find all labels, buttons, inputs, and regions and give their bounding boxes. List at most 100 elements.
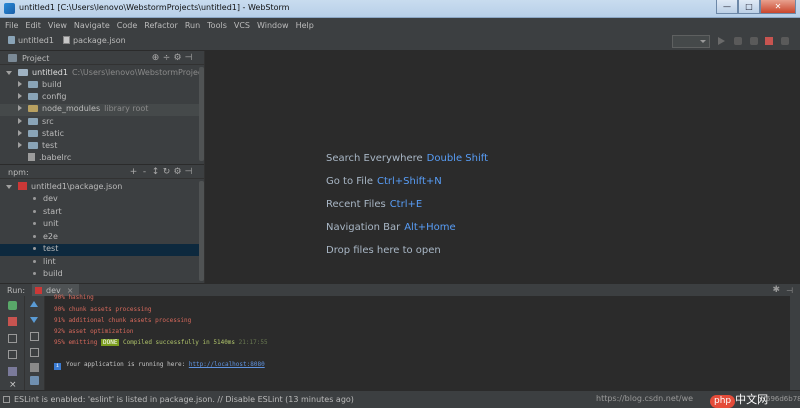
scroll-from-source-icon[interactable]: ⊕ bbox=[150, 53, 161, 63]
npm-script-start[interactable]: start bbox=[0, 207, 200, 219]
tree-item-build[interactable]: build bbox=[0, 80, 200, 92]
menu-run[interactable]: Run bbox=[185, 21, 200, 30]
run-panel-header: Run: dev × ✱ ⊣ bbox=[0, 283, 800, 297]
gear-icon[interactable]: ⚙ bbox=[172, 53, 183, 63]
pin-icon[interactable] bbox=[8, 367, 17, 376]
npm-script-label: test bbox=[43, 244, 59, 253]
tree-item-config[interactable]: config bbox=[0, 92, 200, 104]
tool-windows-icon[interactable] bbox=[3, 396, 10, 403]
tree-item-test[interactable]: test bbox=[0, 141, 200, 153]
npm-panel-header: npm: + - ↕ ↻ ⚙ ⊣ bbox=[0, 165, 204, 179]
menu-navigate[interactable]: Navigate bbox=[74, 21, 110, 30]
hint-label: Navigation Bar bbox=[326, 222, 401, 233]
console-line: 90% chunk assets processing bbox=[54, 306, 152, 313]
settings-icon[interactable]: ✱ bbox=[772, 285, 780, 295]
tree-item-static[interactable]: static bbox=[0, 129, 200, 141]
tree-item-src[interactable]: src bbox=[0, 117, 200, 129]
expand-arrow-icon bbox=[6, 185, 12, 189]
folder-icon bbox=[28, 142, 38, 149]
hint-label: Go to File bbox=[326, 176, 373, 187]
project-view-selector[interactable]: Project bbox=[22, 54, 49, 63]
search-icon[interactable] bbox=[781, 37, 789, 45]
clear-all-icon[interactable] bbox=[30, 376, 39, 385]
npm-script-dev[interactable]: dev bbox=[0, 194, 200, 206]
npm-script-build[interactable]: build bbox=[0, 269, 200, 281]
npm-script-unit[interactable]: unit bbox=[0, 219, 200, 231]
status-message[interactable]: ESLint is enabled: 'eslint' is listed in… bbox=[14, 395, 354, 404]
stop-icon[interactable] bbox=[8, 317, 17, 326]
npm-package-label: untitled1\package.json bbox=[31, 182, 123, 191]
hint-navigation-bar: Navigation Bar Alt+Home bbox=[326, 222, 456, 233]
maximize-button[interactable]: □ bbox=[738, 0, 760, 14]
print-icon[interactable] bbox=[30, 363, 39, 372]
menu-file[interactable]: File bbox=[5, 21, 18, 30]
json-file-icon bbox=[63, 36, 70, 44]
script-icon bbox=[33, 235, 36, 238]
hide-panel-icon[interactable]: ⊣ bbox=[183, 167, 194, 177]
tree-item-label: static bbox=[42, 129, 64, 138]
localhost-link[interactable]: http://localhost:8080 bbox=[189, 361, 265, 368]
npm-script-label: build bbox=[43, 269, 63, 278]
folder-icon bbox=[28, 81, 38, 88]
collapsed-arrow-icon bbox=[18, 81, 22, 87]
soft-wrap-icon[interactable] bbox=[30, 332, 39, 341]
dump-threads-icon[interactable] bbox=[8, 350, 17, 359]
run-toolbar: × bbox=[0, 296, 25, 390]
rerun-icon[interactable] bbox=[8, 301, 17, 310]
gear-icon[interactable]: ⚙ bbox=[172, 167, 183, 177]
hint-label: Recent Files bbox=[326, 199, 386, 210]
npm-script-lint[interactable]: lint bbox=[0, 257, 200, 269]
tree-item-node-modules[interactable]: node_modules library root bbox=[0, 104, 200, 116]
close-window-button[interactable]: ✕ bbox=[760, 0, 796, 14]
breadcrumb-file[interactable]: package.json bbox=[63, 36, 126, 45]
tree-root[interactable]: untitled1 C:\Users\lenovo\WebstormProject… bbox=[0, 68, 222, 80]
menu-code[interactable]: Code bbox=[117, 21, 137, 30]
tree-item-label: src bbox=[42, 117, 54, 126]
menu-tools[interactable]: Tools bbox=[207, 21, 227, 30]
status-bar: ESLint is enabled: 'eslint' is listed in… bbox=[0, 390, 800, 408]
sort-icon[interactable]: ↕ bbox=[150, 167, 161, 177]
remove-icon[interactable]: - bbox=[139, 167, 150, 177]
debug-icon[interactable] bbox=[734, 37, 742, 45]
menu-bar: File Edit View Navigate Code Refactor Ru… bbox=[0, 18, 800, 32]
run-configuration-select[interactable] bbox=[672, 35, 710, 48]
menu-vcs[interactable]: VCS bbox=[234, 21, 250, 30]
restore-layout-icon[interactable] bbox=[8, 334, 17, 343]
npm-label: npm: bbox=[8, 168, 29, 177]
file-icon bbox=[28, 153, 35, 161]
npm-package[interactable]: untitled1\package.json bbox=[0, 182, 200, 194]
menu-edit[interactable]: Edit bbox=[25, 21, 41, 30]
menu-help[interactable]: Help bbox=[296, 21, 314, 30]
console-progress: 95% emitting bbox=[54, 339, 98, 346]
add-icon[interactable]: + bbox=[128, 167, 139, 177]
run-icon[interactable] bbox=[718, 37, 725, 45]
watermark-extra: 696d6b78 bbox=[766, 395, 800, 403]
npm-script-e2e[interactable]: e2e bbox=[0, 232, 200, 244]
menu-refactor[interactable]: Refactor bbox=[144, 21, 178, 30]
compiled-message: Compiled successfully in 5140ms bbox=[119, 339, 236, 346]
menu-window[interactable]: Window bbox=[257, 21, 289, 30]
hide-panel-icon[interactable]: ⊣ bbox=[183, 53, 194, 63]
collapse-all-icon[interactable]: ÷ bbox=[161, 53, 172, 63]
minimize-button[interactable]: — bbox=[716, 0, 738, 14]
npm-script-test[interactable]: test bbox=[0, 244, 200, 256]
stop-icon[interactable] bbox=[765, 37, 773, 45]
console-scroll-strip[interactable] bbox=[790, 296, 800, 390]
menu-view[interactable]: View bbox=[48, 21, 67, 30]
project-view-icon bbox=[8, 54, 17, 62]
breadcrumb-file-label: package.json bbox=[73, 36, 126, 45]
script-icon bbox=[33, 197, 36, 200]
npm-script-label: dev bbox=[43, 194, 58, 203]
refresh-icon[interactable]: ↻ bbox=[161, 167, 172, 177]
tree-item-label: build bbox=[42, 80, 62, 89]
run-panel: × 90% hashing 90% chunk assets processin… bbox=[0, 294, 800, 390]
up-arrow-icon[interactable] bbox=[30, 301, 38, 307]
hint-search-everywhere: Search Everywhere Double Shift bbox=[326, 153, 488, 164]
breadcrumb-project[interactable]: untitled1 bbox=[8, 36, 54, 45]
hint-label: Search Everywhere bbox=[326, 153, 423, 164]
scroll-to-end-icon[interactable] bbox=[30, 348, 39, 357]
coverage-icon[interactable] bbox=[750, 37, 758, 45]
down-arrow-icon[interactable] bbox=[30, 317, 38, 323]
folder-icon bbox=[28, 130, 38, 137]
hide-panel-icon[interactable]: ⊣ bbox=[786, 286, 793, 295]
